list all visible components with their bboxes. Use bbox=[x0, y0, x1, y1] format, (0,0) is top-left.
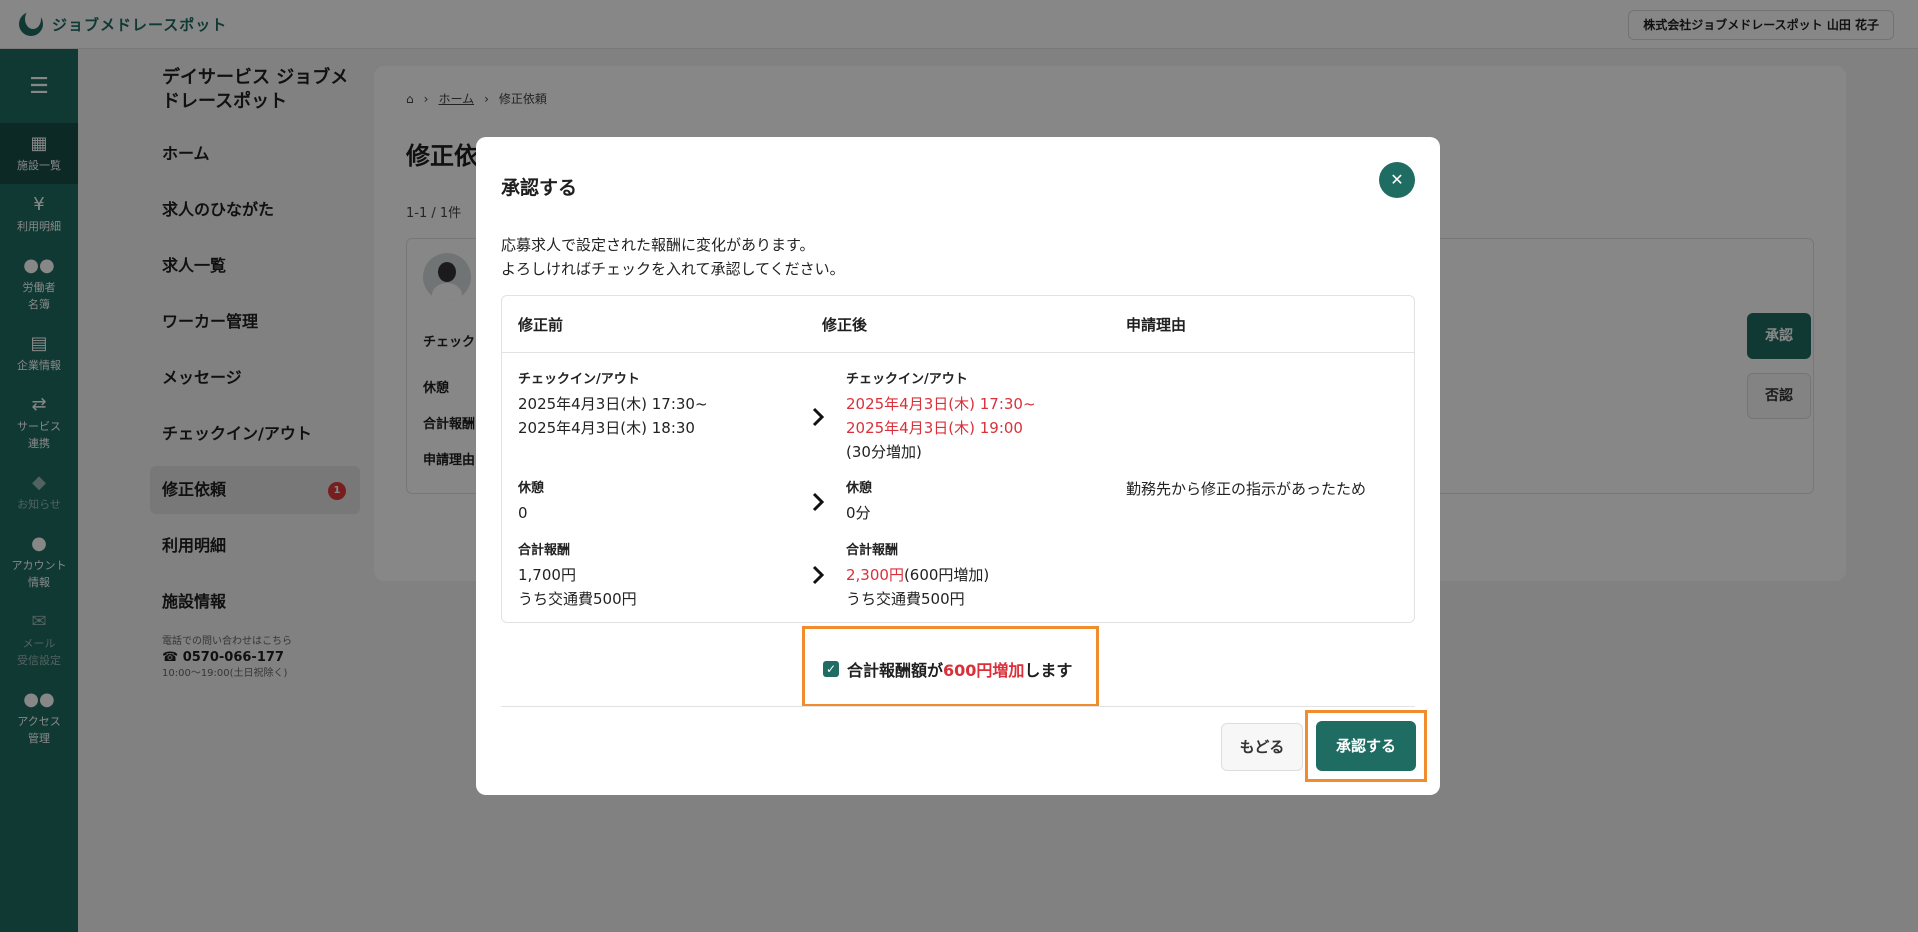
column-header: 申請理由 bbox=[1126, 316, 1187, 334]
confirm-text-pre: 合計報酬額が bbox=[847, 661, 944, 680]
value-line: 2,300円(600円増加) bbox=[846, 563, 989, 587]
modal-title: 承認する bbox=[501, 177, 578, 199]
value-line: 2025年4月3日(木) 17:30~ bbox=[518, 395, 708, 413]
column-header: 修正後 bbox=[822, 316, 868, 334]
checkbox-checked-icon[interactable]: ✓ bbox=[823, 661, 839, 677]
confirm-approve-button[interactable]: 承認する bbox=[1316, 721, 1416, 771]
before-break: 休憩 0 bbox=[518, 477, 544, 525]
message-line: 応募求人で設定された報酬に変化があります。 bbox=[501, 236, 815, 254]
reason-text: 勤務先から修正の指示があったため bbox=[1126, 480, 1367, 498]
column-header: 修正前 bbox=[518, 316, 564, 334]
back-button[interactable]: もどる bbox=[1221, 723, 1303, 771]
close-icon[interactable]: ✕ bbox=[1379, 162, 1415, 198]
row-label: 休憩 bbox=[518, 481, 545, 496]
confirm-text-emphasis: 600円増加 bbox=[943, 661, 1025, 680]
row-label: チェックイン/アウト bbox=[846, 372, 968, 387]
value-line: 2025年4月3日(木) 18:30 bbox=[518, 419, 695, 437]
confirm-text-post: します bbox=[1024, 661, 1073, 680]
chevron-right-icon bbox=[810, 406, 826, 428]
row-label: 合計報酬 bbox=[518, 543, 571, 558]
table-header: 修正前 修正後 申請理由 bbox=[502, 296, 1414, 353]
changed-value-line: 2025年4月3日(木) 19:00 bbox=[846, 419, 1023, 437]
change-note: (30分増加) bbox=[846, 443, 922, 461]
row-label: チェックイン/アウト bbox=[518, 372, 640, 387]
confirm-highlight: ✓ 合計報酬額が600円増加します bbox=[802, 626, 1099, 707]
before-checkin: チェックイン/アウト 2025年4月3日(木) 17:30~ 2025年4月3日… bbox=[518, 368, 708, 440]
changed-amount: 2,300円 bbox=[846, 566, 904, 584]
value-line: うち交通費500円 bbox=[518, 590, 637, 608]
after-reward: 合計報酬 2,300円(600円増加) うち交通費500円 bbox=[846, 539, 989, 611]
before-reward: 合計報酬 1,700円 うち交通費500円 bbox=[518, 539, 637, 611]
chevron-right-icon bbox=[810, 564, 826, 586]
approve-modal: 承認する ✕ 応募求人で設定された報酬に変化があります。 よろしければチェックを… bbox=[476, 137, 1440, 795]
value-line: 0分 bbox=[846, 504, 871, 522]
change-note: (600円増加) bbox=[903, 566, 990, 584]
row-label: 休憩 bbox=[846, 481, 873, 496]
divider bbox=[501, 706, 1415, 707]
correction-table: 修正前 修正後 申請理由 チェックイン/アウト 2025年4月3日(木) 17:… bbox=[501, 295, 1415, 623]
value-line: 0 bbox=[518, 504, 528, 522]
changed-value-line: 2025年4月3日(木) 17:30~ bbox=[846, 395, 1036, 413]
confirm-checkbox-row[interactable]: ✓ 合計報酬額が600円増加します bbox=[823, 657, 1072, 681]
confirm-text: 合計報酬額が600円増加します bbox=[847, 657, 1072, 681]
after-break: 休憩 0分 bbox=[846, 477, 872, 525]
value-line: 1,700円 bbox=[518, 566, 576, 584]
value-line: うち交通費500円 bbox=[846, 590, 965, 608]
row-label: 合計報酬 bbox=[846, 543, 899, 558]
modal-message: 応募求人で設定された報酬に変化があります。 よろしければチェックを入れて承認して… bbox=[501, 233, 845, 281]
after-checkin: チェックイン/アウト 2025年4月3日(木) 17:30~ 2025年4月3日… bbox=[846, 368, 1036, 464]
chevron-right-icon bbox=[810, 491, 826, 513]
message-line: よろしければチェックを入れて承認してください。 bbox=[501, 260, 845, 278]
